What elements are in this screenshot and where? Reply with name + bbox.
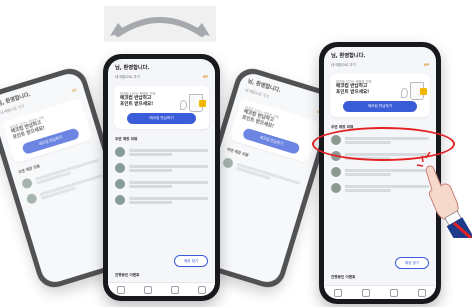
avatar <box>115 195 125 206</box>
avatar <box>115 163 125 174</box>
tab-bar <box>108 282 215 296</box>
find-store-button[interactable]: 매장 찾기 <box>395 257 429 269</box>
list-item[interactable] <box>108 176 215 192</box>
home-tab-icon[interactable] <box>117 285 126 294</box>
event-section-title: 진행중인 이벤트 <box>331 275 356 279</box>
point-badge: 0P <box>71 87 78 94</box>
lock-icon <box>199 100 206 107</box>
list-item[interactable] <box>108 144 215 160</box>
avatar <box>115 147 125 158</box>
profile-tab-icon[interactable] <box>197 285 206 294</box>
point-badge: 0P <box>423 63 429 67</box>
rotate-arrow-icon <box>104 6 216 42</box>
list-item[interactable] <box>108 160 215 176</box>
leaf-icon <box>401 88 408 98</box>
avatar <box>25 192 39 206</box>
tab-bar <box>324 285 436 299</box>
promo-card: 환경을 지키는 현명한 선택 에코컵 반납하고 포인트 받으세요! 에코컵 반납… <box>114 86 209 130</box>
list-item[interactable] <box>108 192 215 208</box>
avatar <box>115 179 125 190</box>
return-cup-button[interactable]: 에코컵 반납하기 <box>343 101 417 113</box>
leaf-icon <box>180 100 187 110</box>
phone-center: 님, 환영합니다. 내 매장으로 가기 0P 환경을 지키는 현명한 선택 에코컵… <box>103 54 220 301</box>
point-badge: 0P <box>202 75 208 79</box>
hand-pointer-icon <box>414 148 472 249</box>
return-cup-button[interactable]: 에코컵 반납하기 <box>126 113 197 125</box>
profile-tab-icon[interactable] <box>418 288 426 297</box>
store-link[interactable]: 내 매장으로 가기 <box>331 63 356 68</box>
page-title: 님, 환영합니다. <box>115 65 150 71</box>
avatar <box>221 157 235 170</box>
avatar <box>331 167 341 178</box>
cup-tab-icon[interactable] <box>390 288 398 297</box>
store-tab-icon[interactable] <box>362 288 370 297</box>
store-link[interactable]: 내 매장으로 가기 <box>115 75 140 80</box>
page-title: 님, 환영합니다. <box>331 53 366 59</box>
cup-tab-icon[interactable] <box>170 285 179 294</box>
event-section-title: 진행중인 이벤트 <box>115 273 140 277</box>
avatar <box>20 177 34 191</box>
find-store-button[interactable]: 매장 찾기 <box>174 255 208 267</box>
lock-icon <box>420 88 427 95</box>
avatar <box>331 183 341 194</box>
home-tab-icon[interactable] <box>334 288 342 297</box>
promo-card: 환경을 지키는 현명한 선택 에코컵 반납하고 포인트 받으세요! 에코컵 반납… <box>330 74 430 118</box>
store-tab-icon[interactable] <box>144 285 153 294</box>
section-title: 주변 매장 리뷰 <box>115 137 138 142</box>
